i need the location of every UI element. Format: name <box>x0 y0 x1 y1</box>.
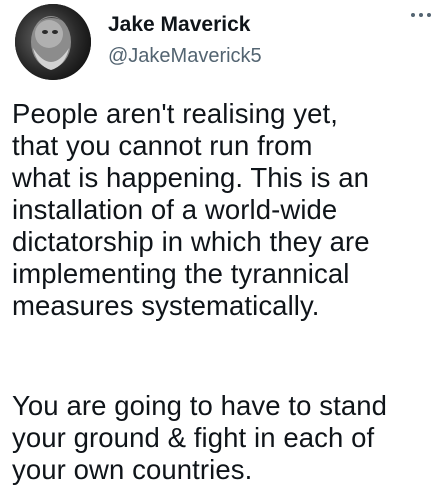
avatar-image <box>15 4 91 80</box>
tweet-text-line: People aren't realising yet, <box>12 98 339 129</box>
author-handle[interactable]: @JakeMaverick5 <box>108 44 262 68</box>
tweet-text-line: dictatorship in which they are <box>12 226 370 257</box>
more-options-button[interactable] <box>404 4 438 26</box>
tweet-text-line: You are going to have to stand <box>12 390 388 421</box>
tweet-text-line: installation of a world-wide <box>12 194 338 225</box>
tweet-header: Jake Maverick @JakeMaverick5 <box>0 0 448 90</box>
tweet-text-line: your ground & fight in each of <box>12 422 375 453</box>
more-horizontal-icon <box>427 13 431 17</box>
tweet-text-line: measures systematically. <box>12 290 320 321</box>
more-horizontal-icon <box>411 13 415 17</box>
tweet-text-line: your own countries. <box>12 454 253 485</box>
more-horizontal-icon <box>419 13 423 17</box>
tweet-text-line: that you cannot run from <box>12 130 313 161</box>
tweet-text-line: what is happening. This is an <box>12 162 370 193</box>
tweet-text-paragraph: You are going to have to stand your grou… <box>12 390 442 486</box>
tweet: Jake Maverick @JakeMaverick5 People aren… <box>0 0 448 500</box>
avatar[interactable] <box>15 4 91 80</box>
author-display-name[interactable]: Jake Maverick <box>108 12 250 38</box>
tweet-text-line: implementing the tyrannical <box>12 258 350 289</box>
tweet-text-paragraph: People aren't realising yet, that you ca… <box>12 98 442 322</box>
